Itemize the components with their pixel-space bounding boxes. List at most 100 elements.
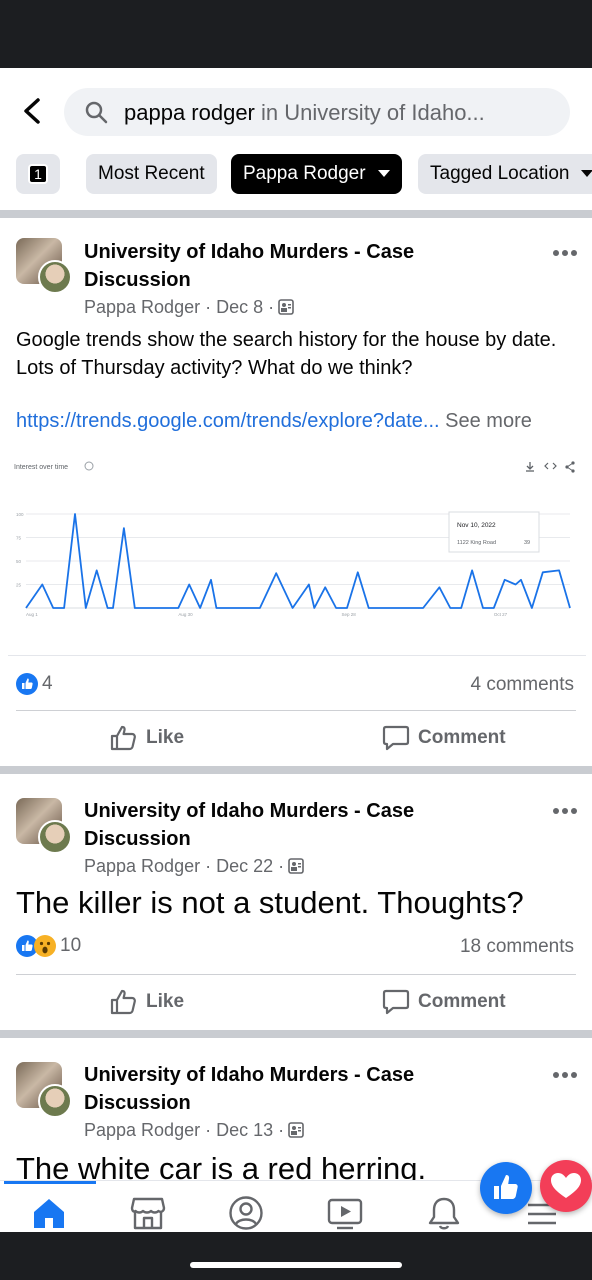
group-name[interactable]: University of Idaho Murders - Case Discu… — [84, 797, 504, 853]
chip-pappa-rodger[interactable]: Pappa Rodger — [231, 154, 402, 194]
download-icon[interactable] — [526, 462, 534, 472]
more-options-icon[interactable] — [552, 244, 578, 256]
group-name[interactable]: University of Idaho Murders - Case Discu… — [84, 1061, 504, 1117]
tooltip-term: 1122 King Road — [457, 540, 496, 546]
see-more-link[interactable]: See more — [440, 410, 532, 432]
notifications-icon[interactable] — [426, 1195, 462, 1231]
filter-chips: 1 Most Recent Pappa Rodger Tagged Locati… — [0, 150, 592, 206]
post-meta: Pappa Rodger · Dec 13 · — [84, 1120, 304, 1141]
post-card: University of Idaho Murders - Case Discu… — [0, 1038, 592, 1180]
chip-tagged-location-label: Tagged Location — [430, 163, 570, 184]
like-reaction-icon — [16, 673, 38, 695]
chip-most-recent[interactable]: Most Recent — [86, 154, 217, 194]
filter-count-badge: 1 — [28, 164, 48, 184]
author-name[interactable]: Pappa Rodger — [84, 297, 200, 317]
chip-tagged-location[interactable]: Tagged Location — [418, 154, 592, 194]
reaction-summary[interactable]: 4 — [16, 673, 53, 695]
status-bar-area — [0, 0, 592, 68]
post-link[interactable]: https://trends.google.com/trends/explore… — [16, 410, 440, 432]
floating-love-reaction — [540, 1160, 592, 1212]
reaction-summary[interactable]: 10 — [16, 935, 81, 957]
actions-divider — [16, 710, 576, 711]
like-reaction-icon — [494, 1175, 518, 1199]
search-query-text: pappa rodger — [124, 100, 255, 125]
x-tick-label: Oct 27 — [494, 612, 508, 617]
trends-chart-image[interactable]: Interest over time 100 75 50 25 Aug 1 Aug 30… — [8, 456, 586, 656]
post-meta: Pappa Rodger · Dec 8 · — [84, 297, 294, 318]
post-date[interactable]: Dec 13 — [216, 1120, 273, 1140]
thumbs-up-icon — [110, 989, 136, 1015]
chart-title: Interest over time — [14, 464, 68, 471]
thumbs-up-icon — [110, 725, 136, 751]
watch-icon[interactable] — [327, 1195, 363, 1231]
post-link-row: https://trends.google.com/trends/explore… — [16, 410, 532, 433]
back-arrow-icon[interactable] — [18, 96, 46, 126]
feed-divider — [0, 1030, 592, 1038]
feed-divider — [0, 766, 592, 774]
heart-icon — [551, 1173, 581, 1198]
active-tab-indicator — [4, 1181, 96, 1184]
like-button[interactable]: Like — [110, 989, 184, 1015]
audience-icon — [288, 858, 304, 874]
post-date[interactable]: Dec 8 — [216, 297, 263, 317]
post-text: Google trends show the search history fo… — [16, 329, 557, 379]
embed-icon[interactable] — [544, 462, 557, 470]
chart-tooltip: Nov 10, 2022 1122 King Road 39 — [448, 511, 540, 553]
search-input[interactable]: pappa rodger in University of Idaho... — [64, 88, 570, 136]
more-options-icon[interactable] — [552, 1066, 578, 1078]
tooltip-date: Nov 10, 2022 — [457, 522, 496, 529]
avatar[interactable] — [16, 798, 72, 854]
x-tick-label: Sep 28 — [342, 612, 357, 617]
post-meta: Pappa Rodger · Dec 22 · — [84, 856, 304, 877]
group-name[interactable]: University of Idaho Murders - Case Discu… — [84, 238, 504, 294]
comment-button[interactable]: Comment — [382, 725, 506, 751]
chevron-down-icon — [581, 170, 592, 178]
like-label: Like — [146, 727, 185, 748]
floating-like-reaction — [480, 1162, 532, 1214]
trends-chart: Interest over time 100 75 50 25 Aug 1 Aug 30… — [14, 461, 575, 617]
avatar[interactable] — [16, 238, 72, 294]
comment-label: Comment — [418, 727, 506, 748]
marketplace-icon[interactable] — [130, 1195, 166, 1231]
profile-icon[interactable] — [228, 1195, 264, 1231]
post-text: The white car is a red herring. — [16, 1151, 427, 1180]
post-card: University of Idaho Murders - Case Discu… — [0, 218, 592, 764]
home-icon[interactable] — [31, 1195, 67, 1231]
author-photo — [38, 260, 72, 294]
post-text: The killer is not a student. Thoughts? — [16, 885, 524, 920]
audience-icon — [278, 299, 294, 315]
comment-icon — [382, 989, 410, 1015]
comment-button[interactable]: Comment — [382, 989, 506, 1015]
post-card: University of Idaho Murders - Case Discu… — [0, 774, 592, 1028]
author-name[interactable]: Pappa Rodger — [84, 1120, 200, 1140]
comment-icon — [382, 725, 410, 751]
author-name[interactable]: Pappa Rodger — [84, 856, 200, 876]
audience-icon — [288, 1122, 304, 1138]
x-tick-label: Aug 1 — [26, 612, 38, 617]
tooltip-value: 39 — [524, 540, 530, 546]
share-icon[interactable] — [565, 461, 575, 473]
more-options-icon[interactable] — [552, 802, 578, 814]
like-label: Like — [146, 991, 185, 1012]
like-button[interactable]: Like — [110, 725, 184, 751]
filter-count-chip[interactable]: 1 — [16, 154, 60, 194]
author-photo — [38, 820, 72, 854]
y-tick-label: 75 — [16, 536, 22, 541]
home-indicator[interactable] — [190, 1262, 402, 1268]
chip-most-recent-label: Most Recent — [98, 163, 205, 184]
comments-count[interactable]: 4 comments — [471, 674, 574, 696]
y-tick-label: 25 — [16, 583, 22, 588]
search-scope-text: in University of Idaho... — [254, 100, 485, 125]
chip-pappa-rodger-label: Pappa Rodger — [243, 163, 366, 184]
avatar[interactable] — [16, 1062, 72, 1118]
chevron-down-icon — [377, 170, 390, 178]
help-icon — [84, 461, 94, 471]
x-tick-label: Aug 30 — [178, 612, 193, 617]
reaction-count: 10 — [60, 935, 82, 956]
comments-count[interactable]: 18 comments — [460, 936, 574, 958]
actions-divider — [16, 974, 576, 975]
author-photo — [38, 1084, 72, 1118]
post-date[interactable]: Dec 22 — [216, 856, 273, 876]
reaction-count: 4 — [42, 673, 53, 694]
comment-label: Comment — [418, 991, 506, 1012]
